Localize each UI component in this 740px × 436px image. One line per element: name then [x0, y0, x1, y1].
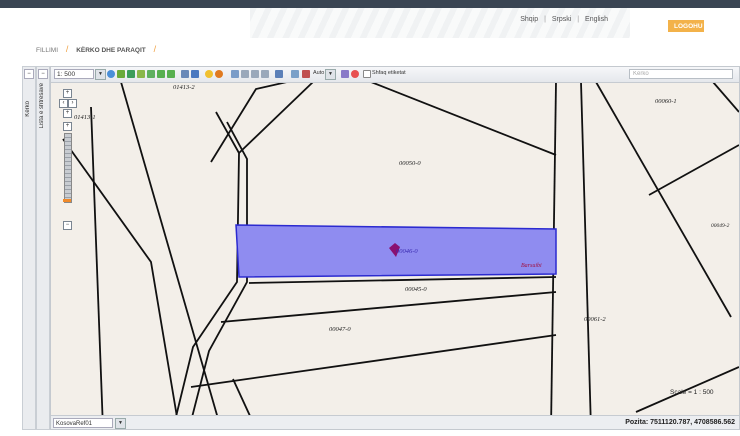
- search-side-panel[interactable]: − Kërko: [22, 66, 36, 430]
- layers-icon[interactable]: [215, 70, 223, 78]
- parcel-label: 00061-2: [584, 316, 606, 323]
- parcel-label: 00049-2: [711, 222, 730, 229]
- breadcrumb-current: KËRKO DHE PARAQIT: [76, 47, 146, 54]
- home-icon[interactable]: [147, 70, 155, 78]
- pan-up-button[interactable]: +: [63, 89, 72, 98]
- pan-left-button[interactable]: ‹: [59, 99, 68, 108]
- export-icon[interactable]: [275, 70, 283, 78]
- site-header: [0, 8, 740, 38]
- layers-side-panel[interactable]: − Lista e shtresave: [36, 66, 50, 430]
- parcel-label: 01413-1: [74, 114, 96, 121]
- zoom-out-button[interactable]: −: [63, 221, 72, 230]
- measure-icon[interactable]: [191, 70, 199, 78]
- scale-dropdown-arrow-icon[interactable]: ▼: [95, 69, 106, 80]
- show-labels-label: Shfaq etiketat: [372, 70, 406, 76]
- pan-down-button[interactable]: +: [63, 109, 72, 118]
- scale-select[interactable]: 1: 500: [54, 69, 94, 79]
- filter-icon[interactable]: [291, 70, 299, 78]
- back-icon[interactable]: [157, 70, 165, 78]
- lang-link-shqip[interactable]: Shqip: [520, 16, 538, 23]
- edit-icon[interactable]: [341, 70, 349, 78]
- select-icon[interactable]: [231, 70, 239, 78]
- auto-label: Auto: [313, 70, 325, 76]
- status-bar: KosovaRef01 ▼ Pozita: 7511120.787, 47085…: [51, 415, 739, 429]
- show-labels-checkbox[interactable]: [363, 70, 371, 78]
- zoom-in-button[interactable]: +: [63, 122, 72, 131]
- pan-right-button[interactable]: ›: [68, 99, 77, 108]
- zoom-slider-track[interactable]: [64, 133, 72, 203]
- basemap-icon[interactable]: [302, 70, 310, 78]
- layers-panel-collapse-button[interactable]: −: [38, 69, 48, 79]
- top-dark-bar: [0, 0, 740, 8]
- parcel-label: 00050-0: [399, 160, 421, 167]
- parcel-label: 00060-1: [655, 98, 677, 105]
- clear-icon[interactable]: [351, 70, 359, 78]
- parcel-label: 00047-0: [329, 326, 351, 333]
- map-container: 01413-2 01413-1 00060-1 00050-0 00049-2 …: [50, 66, 740, 430]
- parcel-label: 01413-2: [173, 84, 195, 91]
- cursor-position-readout: Pozita: 7511120.787, 4708586.562: [625, 419, 735, 426]
- auto-dropdown-arrow-icon[interactable]: ▼: [325, 69, 336, 80]
- parcel-label: 00046-0: [396, 248, 418, 255]
- parcel-label: 00045-0: [405, 286, 427, 293]
- grid-icon[interactable]: [241, 70, 249, 78]
- lang-link-srpski[interactable]: Srpski: [552, 16, 571, 23]
- zoom-in-icon[interactable]: [117, 70, 125, 78]
- breadcrumb: FILLIMI / KËRKO DHE PARAQIT /: [36, 44, 157, 54]
- print-icon[interactable]: [181, 70, 189, 78]
- language-links: Shqip | Srpski | English: [520, 16, 608, 23]
- search-panel-label: Kërko: [25, 101, 31, 117]
- map-canvas[interactable]: 01413-2 01413-1 00060-1 00050-0 00049-2 …: [51, 67, 739, 429]
- highlight-owner-label: Barsuibi: [521, 263, 542, 269]
- pan-icon[interactable]: [107, 70, 115, 78]
- breadcrumb-home[interactable]: FILLIMI: [36, 47, 58, 54]
- layers-panel-label: Lista e shtresave: [39, 83, 45, 129]
- zoom-out-icon[interactable]: [127, 70, 135, 78]
- identify-icon[interactable]: [251, 70, 259, 78]
- map-scale-label: Scale = 1 : 500: [670, 389, 714, 396]
- full-extent-icon[interactable]: [137, 70, 145, 78]
- login-button[interactable]: LOGOHU: [668, 20, 704, 32]
- map-search-input[interactable]: [629, 69, 733, 79]
- forward-icon[interactable]: [167, 70, 175, 78]
- zoom-slider-thumb[interactable]: [63, 199, 71, 202]
- table-icon[interactable]: [261, 70, 269, 78]
- search-panel-collapse-button[interactable]: −: [24, 69, 34, 79]
- lang-link-english[interactable]: English: [585, 16, 608, 23]
- info-icon[interactable]: [205, 70, 213, 78]
- projection-select[interactable]: KosovaRef01: [53, 418, 113, 428]
- header-watermark: [250, 8, 630, 38]
- projection-dropdown-arrow-icon[interactable]: ▼: [115, 418, 126, 429]
- map-toolbar: 1: 500 ▼ Auto ▼ Shfaq etiketat: [51, 67, 739, 83]
